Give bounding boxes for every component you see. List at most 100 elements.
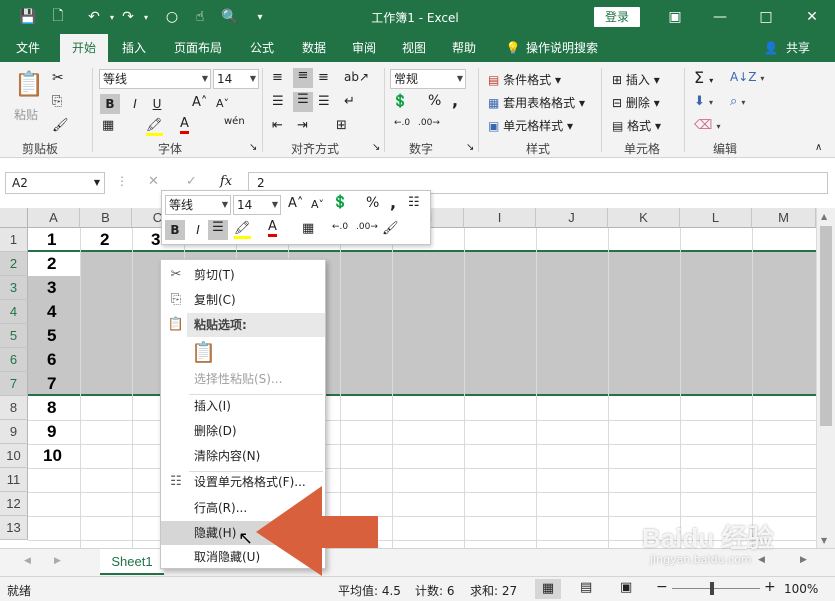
scroll-up-icon[interactable]: ▲ xyxy=(821,212,827,221)
menu-item-clear-contents[interactable]: 清除内容(N) xyxy=(161,444,325,468)
row-header[interactable]: 12 xyxy=(0,492,28,516)
insert-cells-button[interactable]: ⊞ 插入 ▾ xyxy=(612,71,660,88)
ribbon-display-icon[interactable]: ▣ xyxy=(661,5,689,29)
column-header[interactable]: B xyxy=(80,208,132,228)
underline-button[interactable]: U xyxy=(148,94,166,114)
mini-accounting-format-icon[interactable]: 💲 xyxy=(332,195,348,210)
zoom-out-icon[interactable]: − xyxy=(656,579,668,595)
increase-font-icon[interactable]: A˄ xyxy=(192,95,207,110)
mini-comma-button[interactable]: , xyxy=(390,193,396,212)
column-header[interactable]: A xyxy=(28,208,80,228)
cell-a3[interactable]: 3 xyxy=(47,278,56,298)
column-header[interactable]: J xyxy=(536,208,608,228)
mini-format-painter-icon[interactable]: 🖌 xyxy=(382,221,399,236)
column-header[interactable]: K xyxy=(608,208,680,228)
align-bottom-icon[interactable]: ≡ xyxy=(318,70,329,85)
scroll-down-icon[interactable]: ▼ xyxy=(821,536,827,545)
format-painter-icon[interactable]: 🖌 xyxy=(52,118,69,133)
column-header[interactable]: I xyxy=(464,208,536,228)
cell-a5[interactable]: 5 xyxy=(47,326,56,346)
paste-icon[interactable]: 📋 xyxy=(14,70,44,104)
mini-increase-font-icon[interactable]: A˄ xyxy=(288,196,303,211)
menu-item-delete[interactable]: 删除(D) xyxy=(161,419,325,443)
redo-dropdown-icon[interactable]: ▾ xyxy=(136,7,156,27)
tab-page-layout[interactable]: 页面布局 xyxy=(166,34,230,62)
customize-qat-icon[interactable]: ▾ xyxy=(250,7,270,27)
format-cells-button[interactable]: ▤ 格式 ▾ xyxy=(612,117,661,134)
new-file-icon[interactable]: 🗋 xyxy=(48,7,68,27)
increase-indent-icon[interactable]: ⇥ xyxy=(297,118,308,133)
selected-rows-range[interactable] xyxy=(28,252,816,396)
row-header[interactable]: 7 xyxy=(0,372,28,396)
align-top-icon[interactable]: ≡ xyxy=(272,70,283,85)
font-size-select[interactable]: 14 ▼ xyxy=(213,69,259,89)
row-header[interactable]: 3 xyxy=(0,276,28,300)
align-left-icon[interactable]: ☰ xyxy=(272,94,284,109)
menu-item-cut[interactable]: ✂ 剪切(T) xyxy=(161,263,325,287)
row-header[interactable]: 5 xyxy=(0,324,28,348)
tab-file[interactable]: 文件 xyxy=(6,34,50,62)
page-layout-view-icon[interactable]: ▤ xyxy=(580,580,592,595)
tab-home[interactable]: 开始 xyxy=(60,34,108,62)
minimize-icon[interactable]: — xyxy=(706,5,734,29)
row-header[interactable]: 9 xyxy=(0,420,28,444)
prev-sheet-icon[interactable]: ◀ xyxy=(24,556,31,566)
percent-button[interactable]: % xyxy=(428,93,441,109)
fill-color-icon[interactable]: 🖍 xyxy=(146,118,163,136)
paste-default-icon[interactable]: 📋 xyxy=(191,340,216,366)
redo-icon[interactable]: ↷ xyxy=(118,7,138,27)
clear-icon[interactable]: ⌫ ▾ xyxy=(694,118,721,133)
fill-icon[interactable]: ⬇ ▾ xyxy=(694,94,713,109)
row-header[interactable]: 13 xyxy=(0,516,28,540)
wrap-text-icon[interactable]: ↵ xyxy=(344,94,355,109)
tab-data[interactable]: 数据 xyxy=(294,34,334,62)
restore-icon[interactable]: □ xyxy=(752,5,780,29)
row-header[interactable]: 2 xyxy=(0,252,28,276)
zoom-slider-track[interactable] xyxy=(672,588,760,589)
zoom-level[interactable]: 100% xyxy=(784,582,818,596)
vertical-scrollbar[interactable]: ▲ ▼ xyxy=(816,208,835,548)
mini-decrease-font-icon[interactable]: A˅ xyxy=(311,198,324,211)
alignment-dialog-launcher-icon[interactable]: ↘ xyxy=(372,142,380,153)
mini-font-family-select[interactable]: 等线 ▼ xyxy=(165,195,231,215)
touch-mode-icon[interactable]: ☝ xyxy=(190,7,210,27)
close-icon[interactable]: ✕ xyxy=(798,5,826,29)
increase-decimal-icon[interactable]: ←.0 xyxy=(394,118,410,128)
sort-filter-icon[interactable]: A↓Z ▾ xyxy=(730,70,764,84)
mini-increase-decimal-icon[interactable]: ←.0 xyxy=(332,222,348,232)
insert-function-button[interactable]: fx xyxy=(220,174,232,189)
cell-a1[interactable]: 1 xyxy=(47,230,56,250)
border-icon[interactable]: ▦ xyxy=(102,118,114,133)
phonetic-icon[interactable]: wén xyxy=(224,116,245,127)
bold-button[interactable]: B xyxy=(100,94,120,114)
row-header[interactable]: 10 xyxy=(0,444,28,468)
select-all-corner[interactable] xyxy=(0,208,28,228)
merge-center-icon[interactable]: ⊞ xyxy=(336,118,347,133)
decrease-indent-icon[interactable]: ⇤ xyxy=(272,118,283,133)
mini-center-align-icon[interactable]: ☰ xyxy=(208,220,228,240)
normal-view-icon[interactable]: ▦ xyxy=(535,579,561,599)
scrollbar-thumb[interactable] xyxy=(820,226,832,426)
h-scroll-right-icon[interactable]: ▶ xyxy=(800,555,807,565)
column-header[interactable]: M xyxy=(752,208,816,228)
sheet-tab-sheet1[interactable]: Sheet1 xyxy=(100,549,164,575)
italic-button[interactable]: I xyxy=(126,94,144,114)
mini-decrease-decimal-icon[interactable]: .00→ xyxy=(356,222,378,232)
mini-fill-color-icon[interactable]: 🖍 xyxy=(234,221,251,239)
mini-font-color-icon[interactable]: A xyxy=(268,220,277,237)
copy-icon[interactable]: ⎘ xyxy=(52,94,62,109)
page-break-view-icon[interactable]: ▣ xyxy=(620,580,632,595)
zoom-in-icon[interactable]: + xyxy=(764,579,776,595)
collapse-ribbon-icon[interactable]: ∧ xyxy=(815,142,822,153)
save-icon[interactable]: 💾 xyxy=(18,7,38,27)
menu-item-copy[interactable]: ⎘ 复制(C) xyxy=(161,288,325,312)
cell-a7[interactable]: 7 xyxy=(47,374,56,394)
align-right-icon[interactable]: ☰ xyxy=(318,94,330,109)
cell-a10[interactable]: 10 xyxy=(43,446,62,466)
menu-item-insert[interactable]: 插入(I) xyxy=(161,394,325,418)
format-as-table-button[interactable]: ▦ 套用表格格式 ▾ xyxy=(488,94,585,111)
worksheet-grid[interactable]: A B C D E F G H I J K L M 1 2 3 4 5 6 7 … xyxy=(0,208,835,548)
row-header[interactable]: 6 xyxy=(0,348,28,372)
decrease-decimal-icon[interactable]: .00→ xyxy=(418,118,440,128)
cell-styles-button[interactable]: ▣ 单元格样式 ▾ xyxy=(488,117,573,134)
